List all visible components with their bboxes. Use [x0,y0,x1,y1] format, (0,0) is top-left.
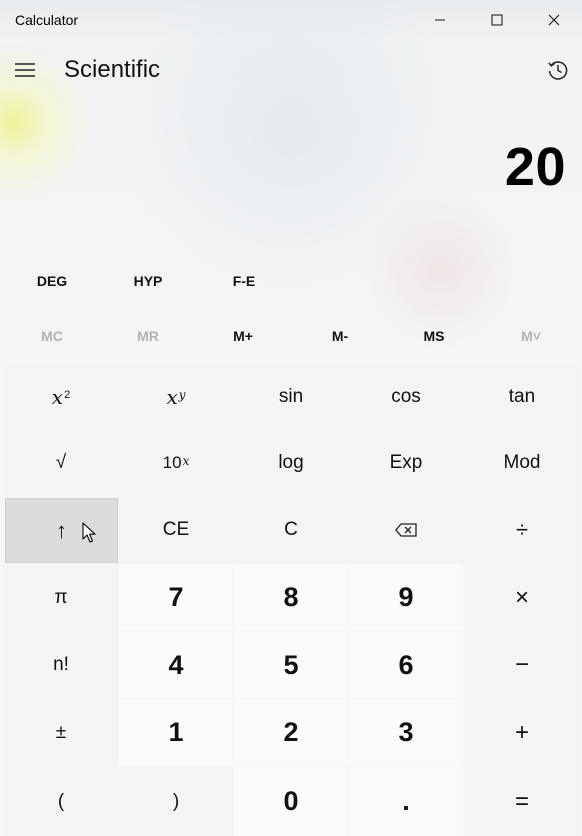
square-exponent-label: 2 [64,388,71,401]
subtract-button[interactable]: − [464,632,580,698]
cos-button[interactable]: cos [349,364,463,429]
maximize-button[interactable] [469,0,525,40]
memory-list-button[interactable]: M˅ [483,316,579,356]
digit-6-button[interactable]: 6 [349,632,463,698]
digit-8-button[interactable]: 8 [234,564,348,631]
decimal-point-button[interactable]: . [349,767,463,836]
pi-button[interactable]: π [4,564,118,631]
history-icon [548,61,568,80]
mode-toggle-row: DEG HYP F-E [0,262,582,300]
close-button[interactable] [526,0,582,40]
digit-7-button[interactable]: 7 [119,564,233,631]
mode-title: Scientific [64,56,161,83]
minimize-icon [435,19,445,21]
result-display: 20 [504,137,566,197]
power-base-label: x [166,384,178,409]
ten-power-exponent-label: x [182,454,190,468]
memory-subtract-button[interactable]: M- [292,316,388,356]
close-icon [548,14,560,26]
mod-button[interactable]: Mod [464,430,580,496]
digit-3-button[interactable]: 3 [349,699,463,766]
divide-button[interactable]: ÷ [464,497,580,563]
maximize-icon [491,14,503,26]
navigation-menu-button[interactable] [8,52,42,88]
memory-row: MC MR M+ M- MS M˅ [0,316,582,356]
backspace-icon [395,523,417,537]
hamburger-icon [15,63,35,77]
scientific-notation-toggle[interactable]: F-E [196,262,292,300]
ten-power-base-label: 10 [162,453,182,472]
digit-5-button[interactable]: 5 [234,632,348,698]
factorial-button[interactable]: n! [4,632,118,698]
ten-power-button[interactable]: 10 x [119,430,233,496]
log-button[interactable]: log [234,430,348,496]
exp-button[interactable]: Exp [349,430,463,496]
digit-9-button[interactable]: 9 [349,564,463,631]
shift-button[interactable]: ↑ [5,498,118,563]
title-bar: Calculator [0,0,582,40]
digit-1-button[interactable]: 1 [119,699,233,766]
square-button[interactable]: x2 [4,364,118,429]
mouse-cursor [82,522,96,543]
power-button[interactable]: xy [119,364,233,429]
negate-button[interactable]: ± [4,699,118,766]
memory-clear-button[interactable]: MC [4,316,100,356]
square-base-label: x [51,384,64,409]
history-button[interactable] [540,52,576,88]
digit-2-button[interactable]: 2 [234,699,348,766]
digit-4-button[interactable]: 4 [119,632,233,698]
tan-button[interactable]: tan [464,364,580,429]
memory-add-button[interactable]: M+ [195,316,291,356]
sin-button[interactable]: sin [234,364,348,429]
square-root-button[interactable]: √ [4,430,118,496]
memory-store-button[interactable]: MS [386,316,482,356]
hyperbolic-toggle[interactable]: HYP [100,262,196,300]
backspace-button[interactable] [349,497,463,563]
minimize-button[interactable] [412,0,468,40]
open-parenthesis-button[interactable]: ( [4,767,118,836]
angle-unit-toggle[interactable]: DEG [4,262,100,300]
multiply-button[interactable]: × [464,564,580,631]
power-exponent-label: y [178,387,186,402]
add-button[interactable]: + [464,699,580,766]
memory-recall-button[interactable]: MR [100,316,196,356]
digit-0-button[interactable]: 0 [234,767,348,836]
clear-entry-button[interactable]: CE [119,497,233,563]
equals-button[interactable]: = [464,767,580,836]
keypad: x2 xy sin cos tan √ 10 x log Exp Mod ↑ CE… [4,364,580,836]
window-title: Calculator [15,12,79,28]
close-parenthesis-button[interactable]: ) [119,767,233,836]
clear-button[interactable]: C [234,497,348,563]
